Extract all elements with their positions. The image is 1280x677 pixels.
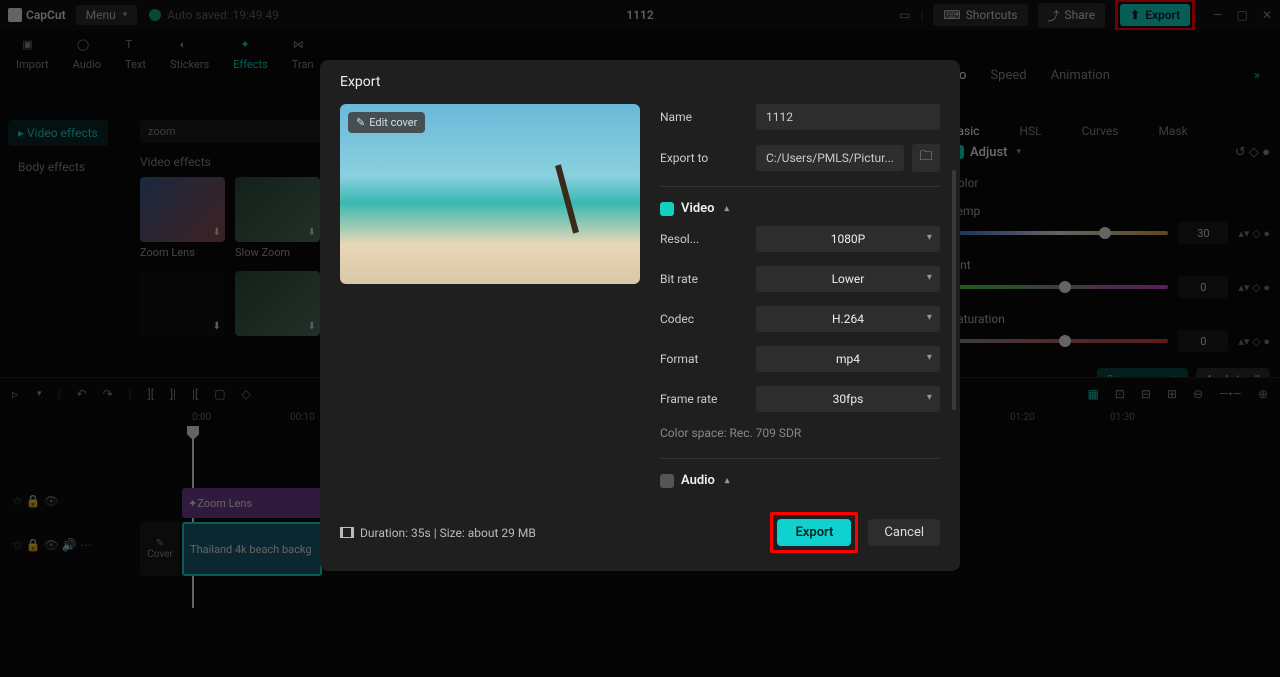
export-to-label: Export to	[660, 151, 748, 165]
film-icon	[340, 527, 354, 538]
resolution-label: Resol...	[660, 232, 748, 246]
dialog-scrollbar[interactable]	[952, 170, 956, 410]
dialog-title: Export	[320, 60, 960, 104]
browse-folder-button[interactable]: 🗀	[912, 144, 940, 172]
format-dropdown[interactable]: mp4	[756, 346, 940, 372]
cover-preview: ✎ Edit cover	[340, 104, 640, 284]
edit-cover-button[interactable]: ✎ Edit cover	[348, 112, 425, 133]
format-label: Format	[660, 352, 748, 366]
codec-dropdown[interactable]: H.264	[756, 306, 940, 332]
export-duration-info: Duration: 35s | Size: about 29 MB	[340, 526, 536, 540]
bitrate-dropdown[interactable]: Lower	[756, 266, 940, 292]
audio-section-header[interactable]: Audio▴	[660, 473, 940, 488]
modal-overlay: Export ✎ Edit cover Name Export to	[0, 0, 1280, 677]
video-checkbox[interactable]	[660, 202, 674, 216]
resolution-dropdown[interactable]: 1080P	[756, 226, 940, 252]
pencil-icon: ✎	[356, 116, 365, 129]
export-confirm-highlight: Export	[770, 512, 858, 553]
export-dialog: Export ✎ Edit cover Name Export to	[320, 60, 960, 571]
audio-checkbox[interactable]	[660, 474, 674, 488]
name-input[interactable]	[756, 104, 940, 130]
name-label: Name	[660, 110, 748, 124]
framerate-dropdown[interactable]: 30fps	[756, 386, 940, 412]
folder-icon: 🗀	[919, 147, 932, 169]
framerate-label: Frame rate	[660, 392, 748, 406]
cancel-button[interactable]: Cancel	[868, 519, 940, 546]
colorspace-info: Color space: Rec. 709 SDR	[660, 426, 940, 440]
video-section-header[interactable]: Video▴	[660, 201, 940, 216]
bitrate-label: Bit rate	[660, 272, 748, 286]
export-confirm-button[interactable]: Export	[777, 519, 851, 546]
export-path: C:/Users/PMLS/Pictur...	[756, 145, 904, 171]
codec-label: Codec	[660, 312, 748, 326]
